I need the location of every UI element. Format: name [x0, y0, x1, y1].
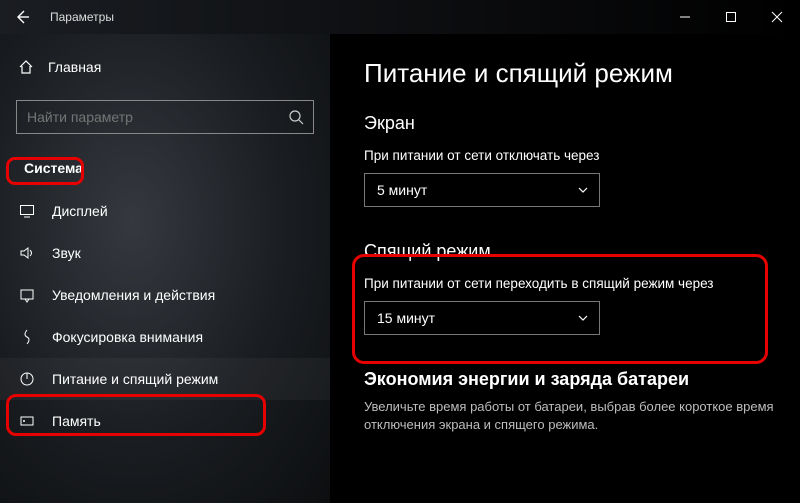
sidebar-item-storage[interactable]: Память — [0, 400, 330, 442]
sleep-title: Спящий режим — [364, 241, 800, 262]
page-title: Питание и спящий режим — [364, 58, 800, 89]
power-icon — [18, 371, 36, 387]
sidebar-item-label: Звук — [52, 245, 81, 261]
arrow-left-icon — [14, 9, 30, 25]
battery-desc: Увеличьте время работы от батареи, выбра… — [364, 398, 800, 434]
sidebar-item-power[interactable]: Питание и спящий режим — [0, 358, 330, 400]
sidebar-item-focus[interactable]: Фокусировка внимания — [0, 316, 330, 358]
sidebar-item-sound[interactable]: Звук — [0, 232, 330, 274]
screen-timeout-select[interactable]: 5 минут — [364, 173, 600, 207]
search-input[interactable] — [16, 100, 314, 134]
minimize-button[interactable] — [662, 0, 708, 34]
sidebar-item-label: Уведомления и действия — [52, 287, 215, 303]
home-link[interactable]: Главная — [0, 48, 330, 86]
sidebar-item-notifications[interactable]: Уведомления и действия — [0, 274, 330, 316]
chevron-down-icon — [577, 312, 589, 324]
sidebar-item-label: Дисплей — [52, 203, 108, 219]
sidebar: Главная Система Дисплей Звук — [0, 34, 330, 503]
screen-title: Экран — [364, 113, 800, 134]
select-value: 5 минут — [377, 182, 427, 198]
maximize-icon — [725, 11, 737, 23]
display-icon — [18, 203, 36, 219]
window-title: Параметры — [50, 10, 114, 24]
chevron-down-icon — [577, 184, 589, 196]
home-icon — [18, 59, 34, 75]
close-icon — [771, 11, 783, 23]
titlebar: Параметры — [0, 0, 800, 34]
battery-title: Экономия энергии и заряда батареи — [364, 369, 800, 390]
sidebar-item-label: Фокусировка внимания — [52, 329, 203, 345]
battery-section: Экономия энергии и заряда батареи Увелич… — [364, 369, 800, 434]
notifications-icon — [18, 287, 36, 303]
search-icon — [288, 109, 304, 125]
main-panel: Питание и спящий режим Экран При питании… — [330, 34, 800, 503]
focus-icon — [18, 329, 36, 345]
sidebar-item-label: Память — [52, 413, 101, 429]
back-button[interactable] — [0, 0, 44, 34]
home-label: Главная — [48, 59, 101, 75]
select-value: 15 минут — [377, 310, 435, 326]
sleep-section: Спящий режим При питании от сети переход… — [364, 241, 800, 335]
category-system[interactable]: Система — [14, 156, 93, 180]
screen-section: Экран При питании от сети отключать чере… — [364, 113, 800, 207]
screen-setting-label: При питании от сети отключать через — [364, 148, 800, 163]
minimize-icon — [679, 11, 691, 23]
close-button[interactable] — [754, 0, 800, 34]
sleep-timeout-select[interactable]: 15 минут — [364, 301, 600, 335]
sleep-setting-label: При питании от сети переходить в спящий … — [364, 276, 800, 291]
storage-icon — [18, 413, 36, 429]
maximize-button[interactable] — [708, 0, 754, 34]
sidebar-item-label: Питание и спящий режим — [52, 371, 218, 387]
sidebar-item-display[interactable]: Дисплей — [0, 190, 330, 232]
sound-icon — [18, 245, 36, 261]
